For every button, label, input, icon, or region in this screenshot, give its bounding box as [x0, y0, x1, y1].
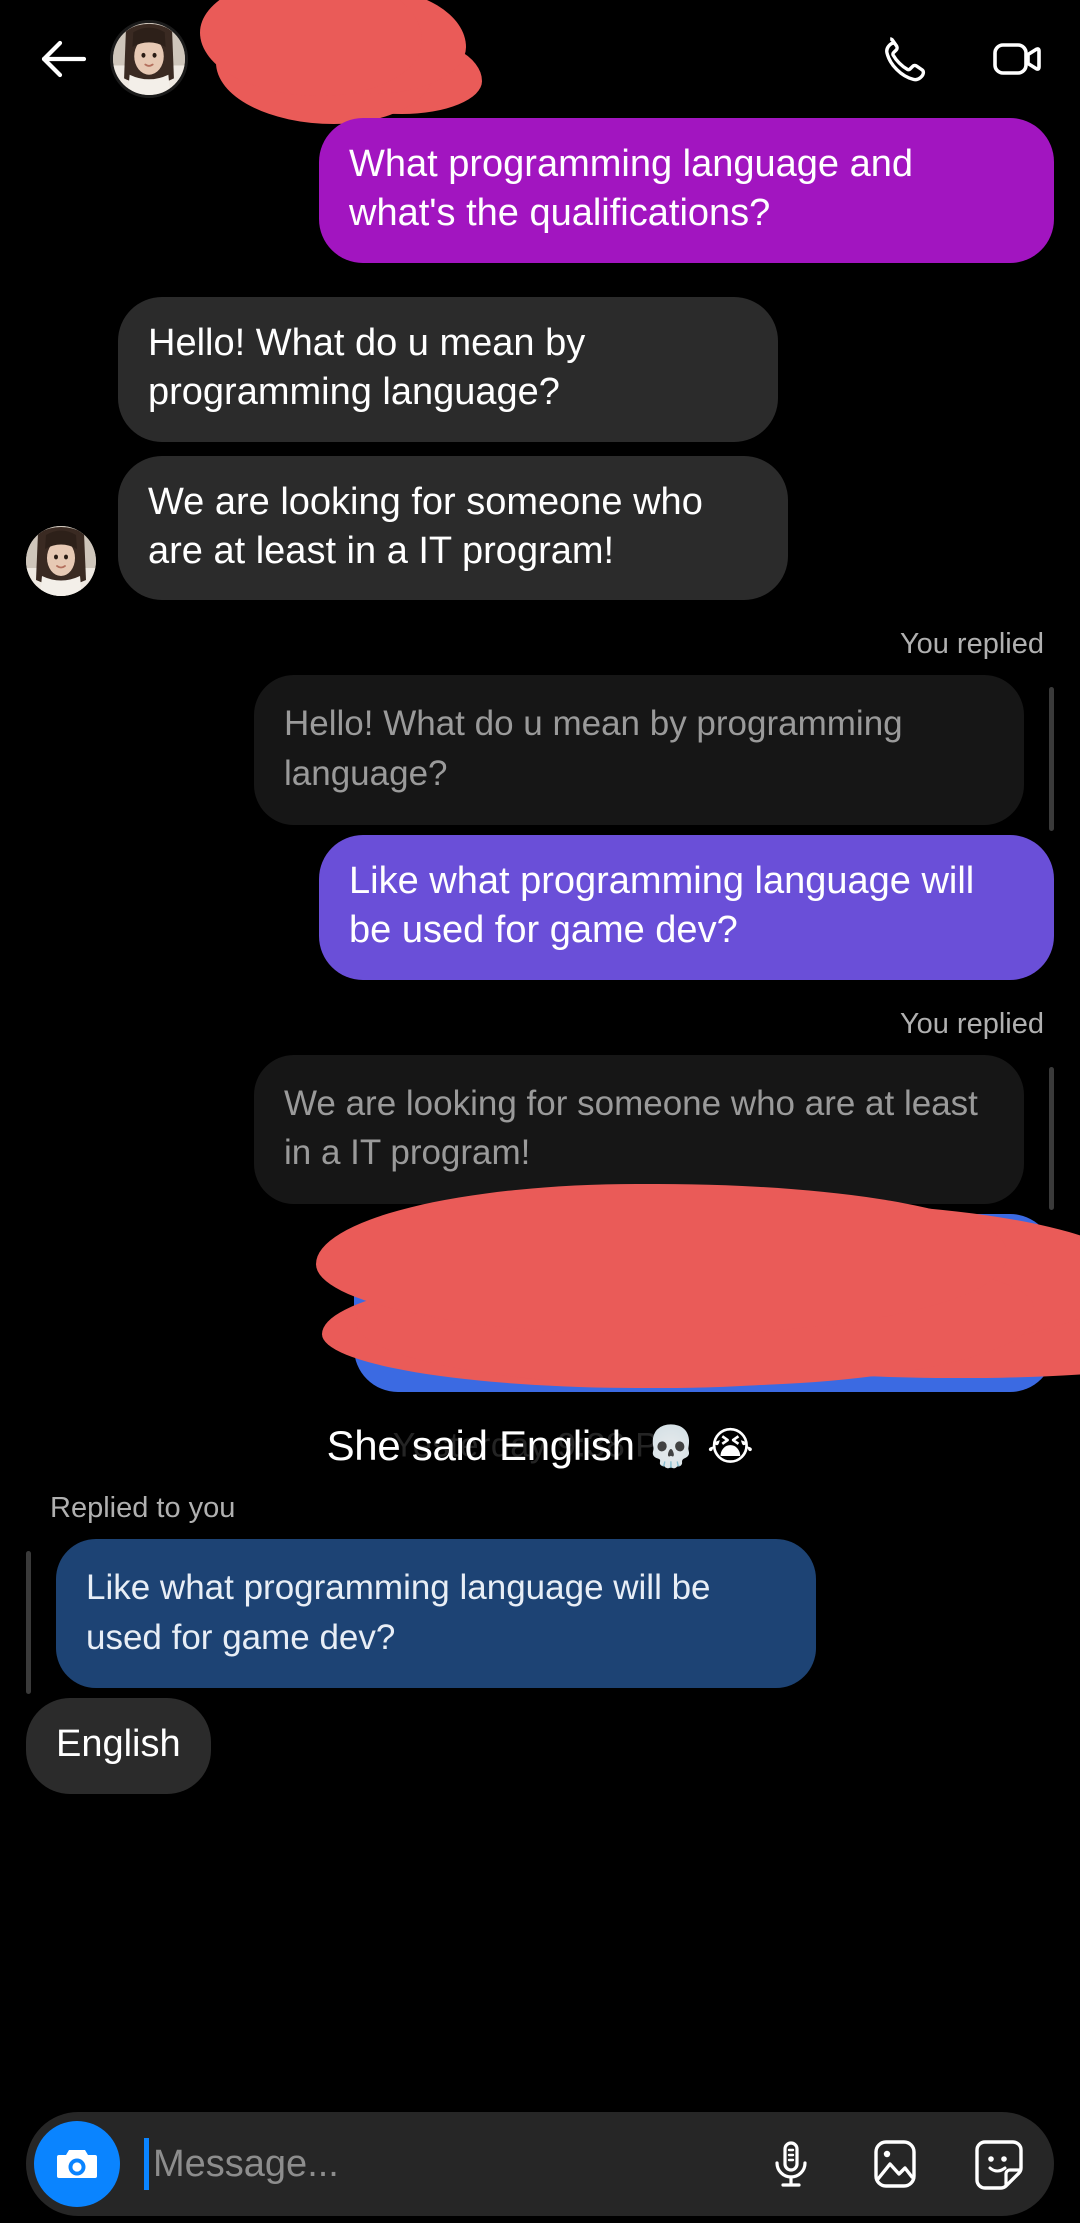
- message-input-wrapper[interactable]: Message...: [144, 2138, 762, 2190]
- reply-group-outgoing: You replied Hello! What do u mean by pro…: [26, 628, 1054, 980]
- caption-row: Yesterday 9:38 PM She said English 💀 😭: [26, 1400, 1054, 1492]
- avatar-image: [26, 526, 96, 597]
- avatar[interactable]: [110, 20, 188, 98]
- video-call-button[interactable]: [988, 30, 1046, 88]
- microphone-button[interactable]: [762, 2135, 820, 2193]
- message-row-outgoing[interactable]: What programming language and what's the…: [26, 118, 1054, 263]
- back-arrow-icon: [41, 40, 86, 78]
- message-bubble[interactable]: English: [26, 1698, 211, 1794]
- sticker-button[interactable]: [970, 2135, 1028, 2193]
- quoted-message[interactable]: We are looking for someone who are at le…: [26, 1054, 1054, 1210]
- redaction-blob-name: [200, 0, 422, 96]
- message-row-outgoing[interactable]: Like what programming language will be u…: [26, 834, 1054, 980]
- overlay-caption: She said English 💀 😭: [327, 1422, 754, 1470]
- quoted-message-bubble[interactable]: We are looking for someone who are at le…: [254, 1054, 1024, 1204]
- sob-emoji-icon: 😭: [706, 1424, 754, 1469]
- quoted-message[interactable]: Hello! What do u mean by programming lan…: [26, 675, 1054, 831]
- avatar[interactable]: [26, 526, 96, 597]
- camera-button[interactable]: [34, 2121, 120, 2207]
- message-thread[interactable]: What programming language and what's the…: [0, 118, 1080, 2105]
- quoted-message[interactable]: Like what programming language will be u…: [26, 1538, 1054, 1695]
- phone-call-icon: [885, 37, 926, 82]
- chat-header: [0, 0, 1080, 118]
- message-row-outgoing[interactable]: [26, 1183, 1054, 1392]
- message-bubble[interactable]: What programming language and what's the…: [319, 118, 1054, 263]
- reply-label: You replied: [899, 628, 1044, 661]
- reply-group-outgoing: You replied We are looking for someone w…: [26, 1008, 1054, 1392]
- quoted-message-bubble[interactable]: Hello! What do u mean by programming lan…: [254, 675, 1024, 825]
- contact-name-area[interactable]: [200, 0, 874, 118]
- gallery-button[interactable]: [866, 2135, 924, 2193]
- audio-call-button[interactable]: [874, 30, 932, 88]
- text-caret: [144, 2138, 149, 2190]
- redaction-blob-message: [316, 1183, 1006, 1334]
- reply-thread-line: [26, 1550, 31, 1695]
- message-bubble[interactable]: Like what programming language will be u…: [319, 834, 1054, 980]
- sticker-icon: [975, 2140, 1023, 2190]
- messenger-chat-screen: What programming language and what's the…: [0, 0, 1080, 2223]
- message-bubble[interactable]: We are looking for someone who are at le…: [118, 455, 788, 601]
- caption-label: She said English: [326, 1421, 635, 1469]
- message-row-incoming[interactable]: We are looking for someone who are at le…: [26, 455, 1054, 601]
- reply-group-incoming: Replied to you Like what programming lan…: [26, 1492, 1054, 1794]
- message-input[interactable]: Message...: [153, 2143, 339, 2186]
- video-call-icon: [993, 43, 1041, 75]
- skull-emoji-icon: 💀: [646, 1424, 696, 1469]
- composer-actions: [762, 2135, 1028, 2193]
- camera-icon: [57, 2150, 97, 2178]
- reply-thread-line: [1049, 687, 1054, 831]
- message-row-incoming[interactable]: Hello! What do u mean by programming lan…: [26, 296, 1054, 442]
- quoted-message-bubble[interactable]: Like what programming language will be u…: [56, 1538, 816, 1689]
- message-composer: Message...: [0, 2105, 1080, 2223]
- composer-bar: Message...: [26, 2112, 1054, 2216]
- header-actions: [874, 30, 1046, 88]
- avatar-image: [113, 23, 185, 95]
- message-bubble-redacted[interactable]: [316, 1183, 1054, 1392]
- microphone-icon: [775, 2141, 807, 2187]
- message-bubble[interactable]: Hello! What do u mean by programming lan…: [118, 296, 778, 442]
- reply-label: Replied to you: [50, 1491, 236, 1524]
- reply-label: You replied: [899, 1007, 1044, 1040]
- message-row-incoming[interactable]: English: [26, 1698, 1054, 1794]
- reply-thread-line: [1049, 1066, 1054, 1210]
- back-button[interactable]: [26, 22, 100, 96]
- image-gallery-icon: [874, 2140, 916, 2188]
